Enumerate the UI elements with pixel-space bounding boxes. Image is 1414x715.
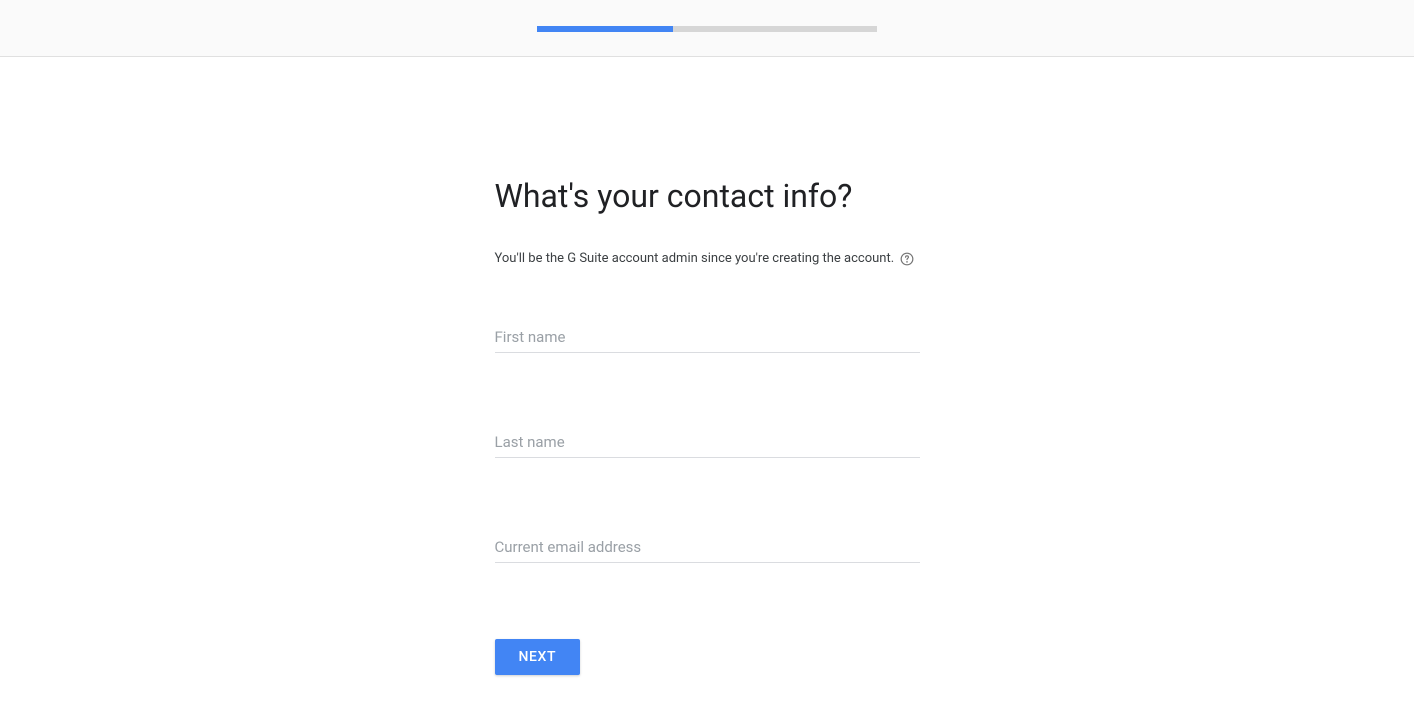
last-name-input[interactable] <box>495 429 920 458</box>
progress-fill <box>537 26 673 32</box>
page-title: What's your contact info? <box>495 177 920 215</box>
form-container: What's your contact info? You'll be the … <box>495 57 920 675</box>
header <box>0 0 1414 57</box>
email-field-wrapper <box>495 534 920 563</box>
email-input[interactable] <box>495 534 920 563</box>
help-icon[interactable] <box>900 252 914 266</box>
progress-bar <box>537 26 877 32</box>
first-name-field-wrapper <box>495 324 920 353</box>
subtitle-text: You'll be the G Suite account admin sinc… <box>495 251 895 266</box>
last-name-field-wrapper <box>495 429 920 458</box>
first-name-input[interactable] <box>495 324 920 353</box>
next-button[interactable]: NEXT <box>495 639 581 675</box>
subtitle-row: You'll be the G Suite account admin sinc… <box>495 251 920 266</box>
